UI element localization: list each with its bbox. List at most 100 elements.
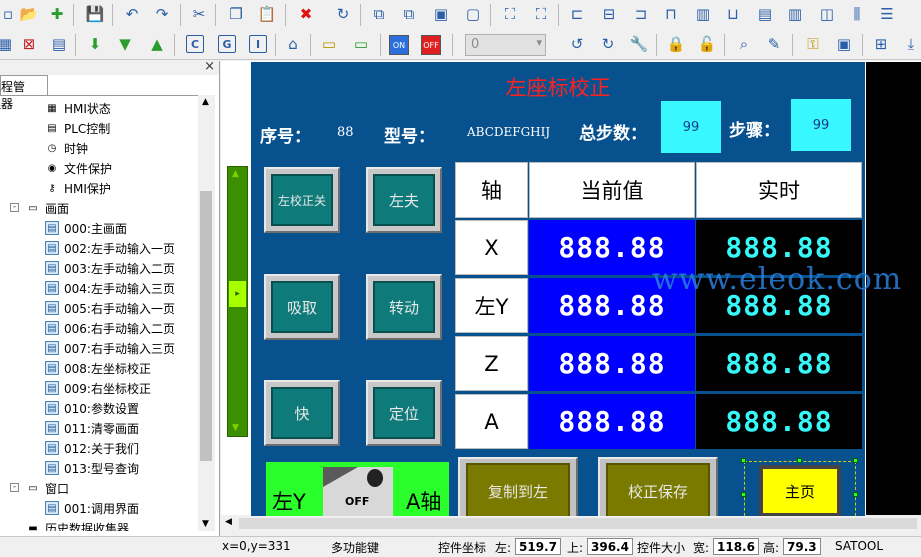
tree-item[interactable]: ⚷ HMI保护 [45,178,111,198]
tree-item[interactable]: ▤ 009:右坐标校正 [45,378,151,398]
save-calib-button[interactable]: 校正保存 [598,457,718,516]
scroll-up-icon[interactable]: ▲ [202,97,209,107]
unlock-icon[interactable]: 🔓 [696,33,718,55]
tree-item[interactable]: ▤ 001:调用界面 [45,498,139,518]
tree-item[interactable]: ▤ 013:型号查询 [45,458,139,478]
delete-icon[interactable]: ✖ [295,3,317,25]
g-icon[interactable]: G [218,35,236,53]
tree-item[interactable]: ▦ HMI状态 [45,98,111,118]
align-right-icon[interactable]: ⊐ [630,3,652,25]
tree-item[interactable]: - ▭ 画面 [10,198,69,218]
open-icon[interactable]: 📂 [18,3,40,25]
undo-icon[interactable]: ↶ [121,3,143,25]
tree-item[interactable]: ▤ 005:右手动输入一页 [45,298,175,318]
align-left-icon[interactable]: ⊏ [566,3,588,25]
screen-icon[interactable]: ▭ [318,33,340,55]
tree-item[interactable]: ▤ 007:右手动输入三页 [45,338,175,358]
align-top-icon[interactable]: ⊓ [660,3,682,25]
tree-item[interactable]: ▤ 004:左手动输入三页 [45,278,175,298]
export-icon[interactable]: ▣ [833,33,855,55]
tree-item[interactable]: ▤ 011:清零画面 [45,418,139,438]
selection-handle[interactable] [741,492,746,497]
step-value[interactable]: 99 [791,99,851,151]
copy-to-left-button[interactable]: 复制到左 [458,457,578,516]
upload-icon[interactable]: ▼ [114,33,136,55]
window-icon[interactable]: ⊞ [870,33,892,55]
rotate-button[interactable]: 转动 [366,274,442,340]
tree-item[interactable]: ▤ 012:关于我们 [45,438,139,458]
on-state-button[interactable]: ON [389,35,409,55]
tree-item[interactable]: ▬ 历史数据收集器 [26,518,129,532]
align-center-icon[interactable]: ⊟ [598,3,620,25]
tree-item[interactable]: ▤ 006:右手动输入二页 [45,318,175,338]
new-screen-icon[interactable]: ▭ [350,33,372,55]
off-state-button[interactable]: OFF [421,35,441,55]
scroll-down-icon[interactable]: ▼ [202,519,209,529]
slider-handle[interactable]: ▸ [229,281,246,307]
key-icon[interactable]: ⚿ [802,33,824,55]
back-icon[interactable]: ⧉ [398,3,420,25]
left-clamp-button[interactable]: 左夫 [366,167,442,233]
add-icon[interactable]: ✚ [46,3,68,25]
scroll-left-icon[interactable]: ◀ [225,517,232,527]
fit-icon[interactable]: ⛶ [530,3,552,25]
collapse-icon[interactable]: - [10,203,19,212]
close-icon[interactable]: × [204,59,215,74]
prev-screen-icon[interactable]: ↺ [566,33,588,55]
tree-item[interactable]: ▤ 008:左坐标校正 [45,358,151,378]
download-icon[interactable]: ⬇ [84,33,106,55]
tree-item[interactable]: ◷ 时钟 [45,138,88,158]
redo-icon[interactable]: ↷ [151,3,173,25]
tree-item[interactable]: ▤ 002:左手动输入一页 [45,238,175,258]
same-width-icon[interactable]: ▤ [754,3,776,25]
selection-handle[interactable] [853,492,858,497]
align-bottom-icon[interactable]: ⊔ [722,3,744,25]
copy-icon[interactable]: ❐ [225,3,247,25]
position-button[interactable]: 定位 [366,380,442,446]
ungroup-icon[interactable]: ▢ [462,3,484,25]
center-icon[interactable]: ☰ [876,3,898,25]
total-steps-value[interactable]: 99 [661,101,721,153]
vertical-slider[interactable]: ▲ ▸ ▼ [227,166,248,437]
chevron-down-icon[interactable]: ▾ [536,36,542,49]
tree-item[interactable]: ▤ 003:左手动输入二页 [45,258,175,278]
align-middle-icon[interactable]: ▥ [692,3,714,25]
fast-button[interactable]: 快 [264,380,340,446]
tree-item[interactable]: ▤ 010:参数设置 [45,398,139,418]
selection-handle[interactable] [853,458,858,463]
scrollbar-thumb[interactable] [200,191,212,461]
settings-icon[interactable]: ✎ [763,33,785,55]
toggle-switch[interactable]: OFF [323,467,393,518]
refresh-icon[interactable]: ↻ [332,3,354,25]
tools-icon[interactable]: 🔧 [628,33,650,55]
selection-handle[interactable] [797,458,802,463]
state-select[interactable]: 0 ▾ [465,34,546,56]
selection-handle[interactable] [741,458,746,463]
delete-record-icon[interactable]: ⊠ [18,33,40,55]
tree-item[interactable]: ◉ 文件保护 [45,158,112,178]
tree-scrollbar[interactable]: ▲ ▼ [198,95,215,531]
slider-down-icon[interactable]: ▼ [232,423,239,433]
left-calib-off-button[interactable]: 左校正关 [264,167,340,233]
slider-up-icon[interactable]: ▲ [232,169,239,179]
compile-icon[interactable]: ▦ [0,33,16,55]
canvas-hscrollbar[interactable]: ◀ [221,516,921,531]
group-icon[interactable]: ▣ [430,3,452,25]
upload-icon[interactable]: ▲ [146,33,168,55]
select-icon[interactable]: ⛶ [499,3,521,25]
current-value-cell[interactable]: 888.88 [529,394,695,449]
properties-icon[interactable]: ⌂ [282,33,304,55]
save-icon[interactable]: 💾 [84,3,106,25]
home-button[interactable]: 主页 [744,461,856,521]
tree-item[interactable]: ▤ PLC控制 [45,118,110,138]
collapse-icon[interactable]: - [10,483,19,492]
next-screen-icon[interactable]: ↻ [597,33,619,55]
hspace-icon[interactable]: ◫ [816,3,838,25]
front-icon[interactable]: ⧉ [368,3,390,25]
info-icon[interactable]: I [249,35,267,53]
vspace-icon[interactable]: ⫼ [846,3,868,25]
tab-project-manager[interactable]: 工程管理器 [0,75,48,111]
c-icon[interactable]: C [186,35,204,53]
current-value-cell[interactable]: 888.88 [529,336,695,391]
find-icon[interactable]: ⌕ [733,33,755,55]
